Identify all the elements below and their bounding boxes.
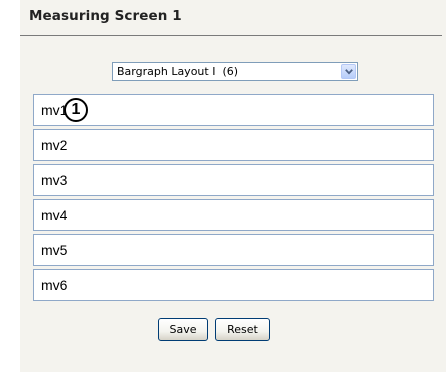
layout-select[interactable]: Bargraph Layout I (6) xyxy=(112,62,358,81)
dropdown-button[interactable] xyxy=(341,64,356,79)
list-item[interactable]: mv3 xyxy=(33,164,434,196)
list-item[interactable]: mv5 xyxy=(33,234,434,266)
measured-value-list: mv1 1 mv2 mv3 mv4 mv5 mv6 xyxy=(33,94,434,304)
reset-button[interactable]: Reset xyxy=(215,318,270,341)
chevron-down-icon xyxy=(345,69,353,75)
row-label: mv3 xyxy=(41,172,68,188)
list-item[interactable]: mv1 1 xyxy=(33,94,434,126)
row-label: mv4 xyxy=(41,207,68,223)
row-label: mv6 xyxy=(41,277,68,293)
list-item[interactable]: mv6 xyxy=(33,269,434,301)
row-label: mv5 xyxy=(41,242,68,258)
layout-select-value: Bargraph Layout I (6) xyxy=(117,65,239,78)
save-button[interactable]: Save xyxy=(158,318,208,341)
title-divider xyxy=(20,35,442,36)
list-item[interactable]: mv4 xyxy=(33,199,434,231)
measuring-screen-panel: Measuring Screen 1 Bargraph Layout I (6)… xyxy=(20,0,446,372)
row-label: mv2 xyxy=(41,137,68,153)
page-title: Measuring Screen 1 xyxy=(29,8,182,24)
list-item[interactable]: mv2 xyxy=(33,129,434,161)
callout-number-badge: 1 xyxy=(64,98,88,122)
